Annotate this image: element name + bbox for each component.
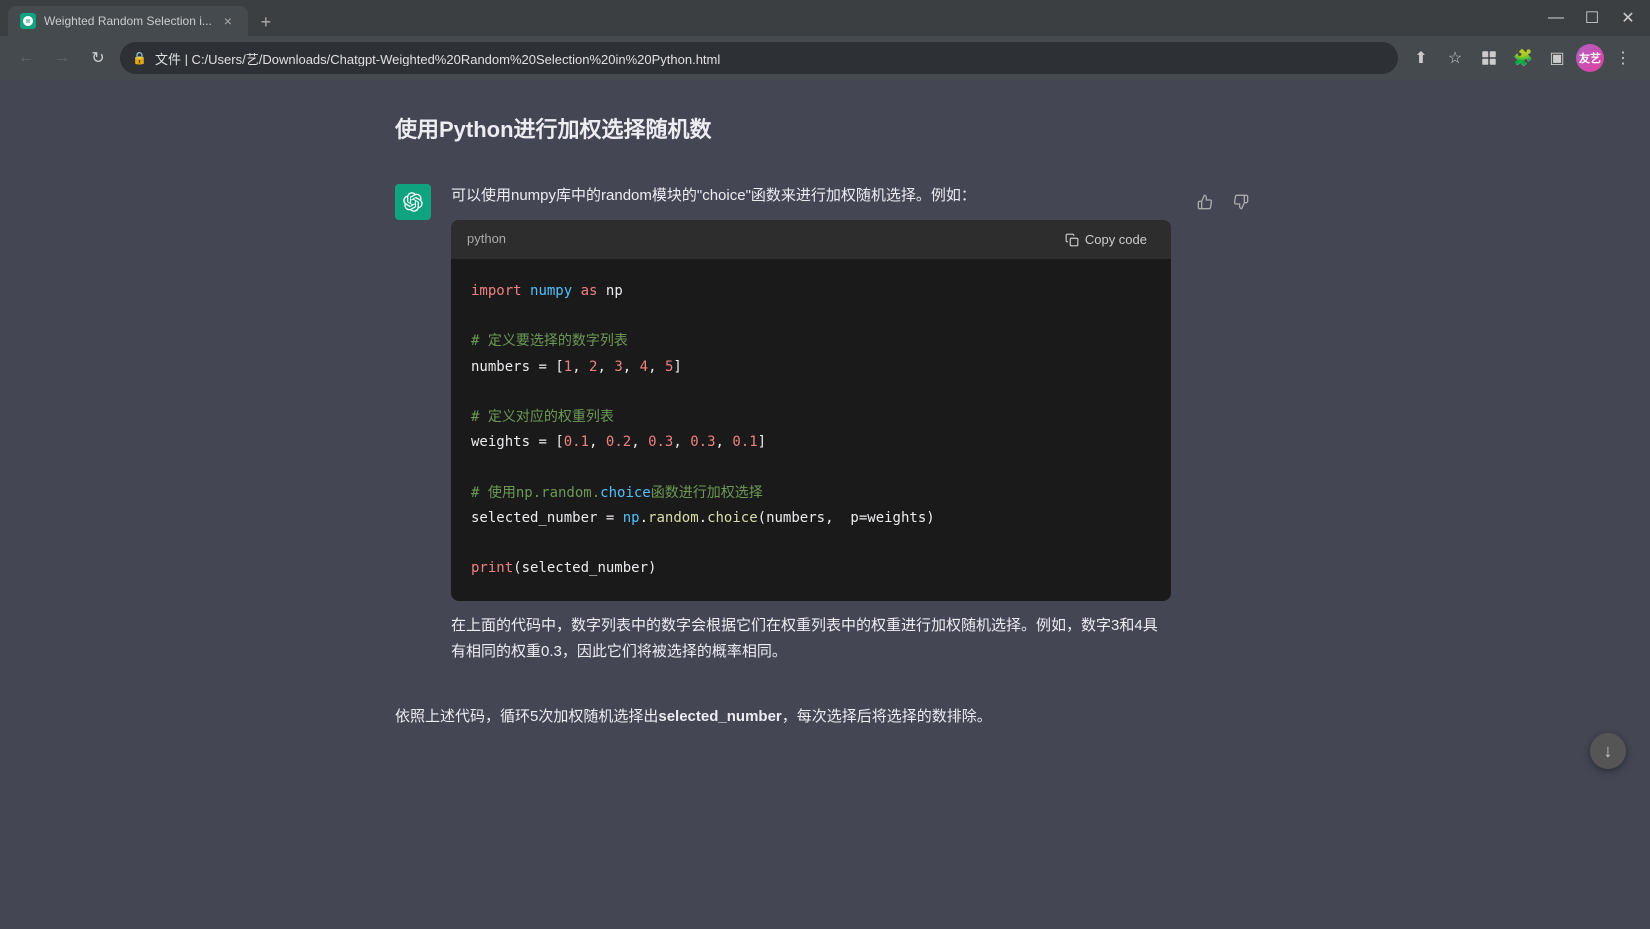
copy-label: Copy code xyxy=(1085,232,1147,247)
tab-bar: Weighted Random Selection i... × + xyxy=(8,0,1534,36)
code-block-header: python Copy code xyxy=(451,220,1171,259)
user-avatar-button[interactable]: 友艺 xyxy=(1576,44,1604,72)
minimize-button[interactable]: — xyxy=(1542,4,1570,32)
assistant-avatar xyxy=(395,184,431,220)
chatgpt-logo xyxy=(403,192,423,212)
code-line-weights: weights = [0.1, 0.2, 0.3, 0.3, 0.1] xyxy=(471,430,1151,455)
extensions-button[interactable] xyxy=(1474,43,1504,73)
code-line-1: import numpy as np xyxy=(471,279,1151,304)
tab-favicon xyxy=(20,13,36,29)
nav-actions: ⬆ ☆ 🧩 ▣ 友艺 ⋮ xyxy=(1406,43,1638,73)
code-line-print: print(selected_number) xyxy=(471,556,1151,581)
message-description: 在上面的代码中，数字列表中的数字会根据它们在权重列表中的权重进行加权随机选择。例… xyxy=(451,613,1171,664)
bookmark-button[interactable]: ☆ xyxy=(1440,43,1470,73)
code-line-comment-3: # 使用np.random.choice函数进行加权选择 xyxy=(471,481,1151,506)
puzzle-button[interactable]: 🧩 xyxy=(1508,43,1538,73)
thumbs-down-button[interactable] xyxy=(1227,188,1255,216)
share-button[interactable]: ⬆ xyxy=(1406,43,1436,73)
thumbs-up-icon xyxy=(1197,194,1213,210)
thumbs-up-button[interactable] xyxy=(1191,188,1219,216)
code-line-blank-2 xyxy=(471,380,1151,405)
code-block-wrapper: python Copy code import numpy as np xyxy=(451,220,1171,601)
conversation: 可以使用numpy库中的random模块的"choice"函数来进行加权随机选择… xyxy=(375,164,1275,684)
message-text-content: 可以使用numpy库中的random模块的"choice"函数来进行加权随机选择… xyxy=(451,184,1171,664)
navigation-bar: ← → ↻ 🔒 ⬆ ☆ 🧩 ▣ 友艺 ⋮ xyxy=(0,36,1650,80)
new-tab-button[interactable]: + xyxy=(252,8,280,36)
chatgpt-icon xyxy=(22,15,34,27)
back-button[interactable]: ← xyxy=(12,44,40,72)
menu-button[interactable]: ⋮ xyxy=(1608,43,1638,73)
code-line-selected: selected_number = np.random.choice(numbe… xyxy=(471,506,1151,531)
active-tab[interactable]: Weighted Random Selection i... × xyxy=(8,6,248,36)
code-line-comment-1: # 定义要选择的数字列表 xyxy=(471,329,1151,354)
message-actions xyxy=(1191,188,1255,216)
address-bar[interactable] xyxy=(155,51,1386,66)
code-language-label: python xyxy=(467,229,506,250)
title-bar: Weighted Random Selection i... × + — ☐ ✕ xyxy=(0,0,1650,36)
tab-close-button[interactable]: × xyxy=(220,13,236,29)
tab-title: Weighted Random Selection i... xyxy=(44,14,212,28)
scroll-down-button[interactable]: ↓ xyxy=(1590,733,1626,769)
code-content: import numpy as np # 定义要选择的数字列表 numbers … xyxy=(451,259,1171,601)
browser-window: Weighted Random Selection i... × + — ☐ ✕… xyxy=(0,0,1650,929)
assistant-message: 可以使用numpy库中的random模块的"choice"函数来进行加权随机选择… xyxy=(395,164,1255,684)
code-line-comment-2: # 定义对应的权重列表 xyxy=(471,405,1151,430)
thumbs-down-icon xyxy=(1233,194,1249,210)
copy-code-button[interactable]: Copy code xyxy=(1057,228,1155,251)
code-line-blank-1 xyxy=(471,304,1151,329)
maximize-button[interactable]: ☐ xyxy=(1578,4,1606,32)
page-title: 使用Python进行加权选择随机数 xyxy=(395,112,1255,144)
message-intro: 可以使用numpy库中的random模块的"choice"函数来进行加权随机选择… xyxy=(451,184,1171,208)
address-bar-container: 🔒 xyxy=(120,42,1398,74)
forward-button[interactable]: → xyxy=(48,44,76,72)
code-line-numbers: numbers = [1, 2, 3, 4, 5] xyxy=(471,355,1151,380)
copy-icon xyxy=(1065,233,1079,247)
window-controls: — ☐ ✕ xyxy=(1542,4,1642,32)
bottom-text: 依照上述代码，循环5次加权随机选择出selected_number，每次选择后将… xyxy=(395,704,1255,730)
page-header: 使用Python进行加权选择随机数 xyxy=(375,80,1275,164)
lock-icon: 🔒 xyxy=(132,51,147,65)
bottom-section: 依照上述代码，循环5次加权随机选择出selected_number，每次选择后将… xyxy=(375,684,1275,760)
refresh-button[interactable]: ↻ xyxy=(84,44,112,72)
code-line-blank-4 xyxy=(471,531,1151,556)
code-line-blank-3 xyxy=(471,455,1151,480)
page-content: 使用Python进行加权选择随机数 可以使用numpy库中的random模块的"… xyxy=(0,80,1650,929)
close-window-button[interactable]: ✕ xyxy=(1614,4,1642,32)
sidebar-toggle-button[interactable]: ▣ xyxy=(1542,43,1572,73)
